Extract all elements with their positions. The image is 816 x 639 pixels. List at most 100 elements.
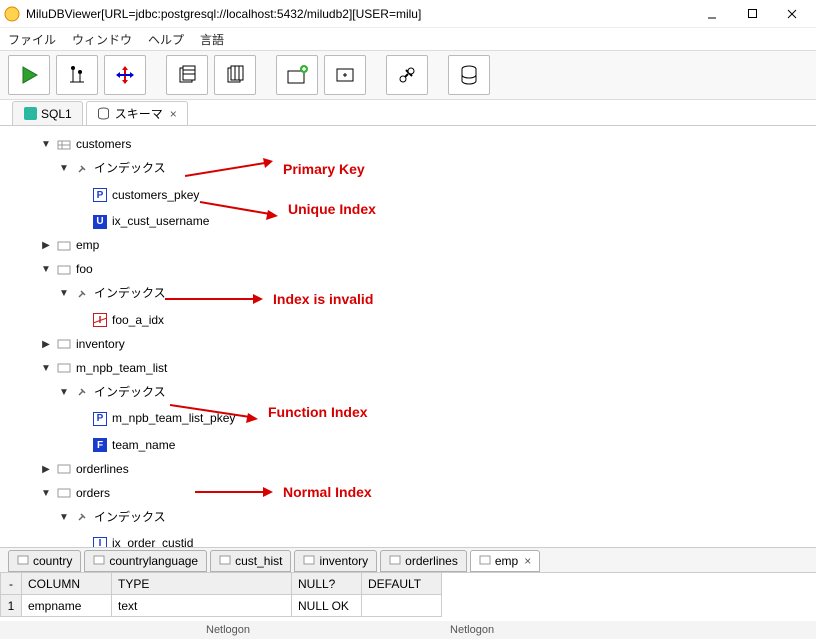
tree-label: ix_order_custid bbox=[112, 532, 193, 547]
table-icon bbox=[56, 461, 72, 477]
grid-corner[interactable]: - bbox=[0, 573, 22, 595]
tree-label: orders bbox=[76, 482, 110, 505]
tree-node-index-folder[interactable]: インデックス bbox=[58, 282, 166, 305]
tree-node-foo-a-idx[interactable]: I foo_a_idx bbox=[76, 309, 164, 332]
tree-label: orderlines bbox=[76, 458, 129, 481]
tab-cust-hist[interactable]: cust_hist bbox=[210, 550, 291, 572]
table-icon bbox=[56, 137, 72, 153]
table-icon bbox=[479, 554, 491, 569]
maximize-button[interactable] bbox=[732, 1, 772, 27]
table-icon bbox=[56, 485, 72, 501]
tree-node-team-name[interactable]: F team_name bbox=[76, 434, 175, 457]
tree-node-customers-pkey[interactable]: P customers_pkey bbox=[76, 184, 199, 207]
expand-icon[interactable] bbox=[40, 482, 52, 505]
copy-table-v-button[interactable] bbox=[214, 55, 256, 95]
pkey-icon: P bbox=[92, 411, 108, 427]
tree-node-m-npb-team-list-pkey[interactable]: P m_npb_team_list_pkey bbox=[76, 407, 235, 430]
table-icon bbox=[303, 554, 315, 569]
grid-rownum: 1 bbox=[0, 595, 22, 617]
menu-help[interactable]: ヘルプ bbox=[148, 31, 184, 48]
tree-label: インデックス bbox=[94, 506, 166, 529]
run-button[interactable] bbox=[8, 55, 50, 95]
explain-button[interactable] bbox=[56, 55, 98, 95]
window-title: MiluDBViewer[URL=jdbc:postgresql://local… bbox=[26, 7, 692, 21]
expand-icon[interactable] bbox=[40, 234, 52, 257]
menubar: ファイル ウィンドウ ヘルプ 言語 bbox=[0, 28, 816, 50]
expand-icon[interactable] bbox=[40, 133, 52, 156]
tree-label: インデックス bbox=[94, 381, 166, 404]
grid-cell-null: NULL OK bbox=[292, 595, 362, 617]
close-icon[interactable]: × bbox=[524, 554, 531, 568]
expand-icon[interactable] bbox=[40, 458, 52, 481]
statusbar: Netlogon Netlogon bbox=[0, 621, 816, 639]
tree-node-index-folder[interactable]: インデックス bbox=[58, 506, 166, 529]
expand-icon[interactable] bbox=[40, 357, 52, 380]
expand-icon[interactable] bbox=[58, 506, 70, 529]
tab-emp[interactable]: emp × bbox=[470, 550, 540, 572]
link-icon bbox=[74, 161, 90, 177]
tree-node-ix-order-custid[interactable]: I ix_order_custid bbox=[76, 532, 193, 547]
expand-icon[interactable] bbox=[58, 282, 70, 305]
connection-button[interactable] bbox=[386, 55, 428, 95]
grid-header-type[interactable]: TYPE bbox=[112, 573, 292, 595]
tab-inventory[interactable]: inventory bbox=[294, 550, 377, 572]
database-button[interactable] bbox=[448, 55, 490, 95]
menu-lang[interactable]: 言語 bbox=[200, 31, 224, 48]
new-tab-button[interactable] bbox=[276, 55, 318, 95]
status-text: Netlogon bbox=[450, 624, 494, 636]
tab-countrylanguage[interactable]: countrylanguage bbox=[84, 550, 207, 572]
tree-node-index-folder[interactable]: インデックス bbox=[58, 157, 166, 180]
tree-node-inventory[interactable]: inventory bbox=[40, 333, 125, 356]
close-button[interactable] bbox=[772, 1, 812, 27]
close-icon[interactable]: × bbox=[170, 107, 177, 121]
tree-node-m-npb-team-list[interactable]: m_npb_team_list bbox=[40, 357, 167, 380]
pkey-icon: P bbox=[92, 187, 108, 203]
grid-cell-column: empname bbox=[22, 595, 112, 617]
menu-file[interactable]: ファイル bbox=[8, 31, 56, 48]
table-icon bbox=[389, 554, 401, 569]
expand-icon[interactable] bbox=[58, 381, 70, 404]
copy-table-h-button[interactable] bbox=[166, 55, 208, 95]
tree-node-foo[interactable]: foo bbox=[40, 258, 93, 281]
titlebar: MiluDBViewer[URL=jdbc:postgresql://local… bbox=[0, 0, 816, 28]
tab-sql1[interactable]: SQL1 bbox=[12, 101, 83, 125]
expand-icon[interactable] bbox=[58, 157, 70, 180]
add-panel-button[interactable] bbox=[324, 55, 366, 95]
tree-label: foo bbox=[76, 258, 93, 281]
toggle-direction-button[interactable] bbox=[104, 55, 146, 95]
menu-window[interactable]: ウィンドウ bbox=[72, 31, 132, 48]
function-index-icon: F bbox=[92, 437, 108, 453]
link-icon bbox=[74, 509, 90, 525]
link-icon bbox=[74, 384, 90, 400]
invalid-index-icon: I bbox=[92, 312, 108, 328]
tab-orderlines[interactable]: orderlines bbox=[380, 550, 467, 572]
tree-node-ix-cust-username[interactable]: U ix_cust_username bbox=[76, 210, 209, 233]
table-icon bbox=[93, 554, 105, 569]
grid-header-default[interactable]: DEFAULT bbox=[362, 573, 442, 595]
tree-node-customers[interactable]: customers bbox=[40, 133, 131, 156]
tab-country[interactable]: country bbox=[8, 550, 81, 572]
table-icon bbox=[56, 262, 72, 278]
expand-icon[interactable] bbox=[40, 333, 52, 356]
tree-node-orders[interactable]: orders bbox=[40, 482, 110, 505]
status-text: Netlogon bbox=[206, 624, 250, 636]
expand-icon[interactable] bbox=[40, 258, 52, 281]
tree-node-index-folder[interactable]: インデックス bbox=[58, 381, 166, 404]
grid-row[interactable]: 1 empname text NULL OK bbox=[0, 595, 816, 617]
schema-tree[interactable]: customers インデックス P customers_pkey bbox=[0, 126, 816, 547]
tree-node-orderlines[interactable]: orderlines bbox=[40, 458, 129, 481]
link-icon bbox=[74, 286, 90, 302]
tree-node-emp[interactable]: emp bbox=[40, 234, 99, 257]
minimize-button[interactable] bbox=[692, 1, 732, 27]
grid-header-null[interactable]: NULL? bbox=[292, 573, 362, 595]
table-icon bbox=[17, 554, 29, 569]
tab-schema[interactable]: スキーマ × bbox=[86, 101, 188, 125]
unique-index-icon: U bbox=[92, 214, 108, 230]
table-icon bbox=[219, 554, 231, 569]
grid-header-column[interactable]: COLUMN bbox=[22, 573, 112, 595]
columns-grid: - COLUMN TYPE NULL? DEFAULT 1 empname te… bbox=[0, 573, 816, 617]
toolbar bbox=[0, 50, 816, 100]
table-icon bbox=[56, 336, 72, 352]
tree-label: team_name bbox=[112, 434, 175, 457]
tree-label: customers_pkey bbox=[112, 184, 199, 207]
